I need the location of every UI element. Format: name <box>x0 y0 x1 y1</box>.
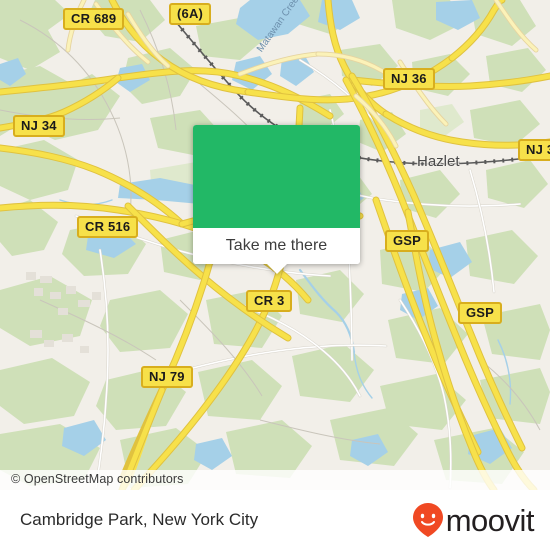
place-label-hazlet: Hazlet <box>417 153 460 170</box>
shield-gsp-north[interactable]: GSP <box>385 230 430 252</box>
shield-nj-36[interactable]: NJ 36 <box>383 68 435 90</box>
shield-gsp-south[interactable]: GSP <box>458 302 503 324</box>
shield-cr-3[interactable]: CR 3 <box>246 290 293 312</box>
moovit-pin-icon <box>412 503 443 537</box>
shield-nj-34[interactable]: NJ 34 <box>13 115 65 137</box>
popup-body: Take me there <box>193 125 360 264</box>
shield-cr-516[interactable]: CR 516 <box>77 216 139 238</box>
popup-pointer-tail <box>266 263 288 274</box>
moovit-logo[interactable]: moovit <box>411 502 535 538</box>
shield-cr-689[interactable]: CR 689 <box>63 8 125 30</box>
osm-attribution[interactable]: © OpenStreetMap contributors <box>11 472 184 486</box>
page-title: Cambridge Park, New York City <box>20 510 259 529</box>
popup-image-placeholder <box>193 125 360 228</box>
moovit-wordmark: moovit <box>445 502 535 538</box>
shield-nj-35[interactable]: NJ 35 <box>518 139 550 161</box>
shield-6a[interactable]: (6A) <box>169 3 212 25</box>
place-popup[interactable]: Take me there <box>193 125 360 274</box>
footer-bar: Cambridge Park, New York City moovit <box>0 490 550 550</box>
take-me-there-button[interactable]: Take me there <box>193 228 360 264</box>
shield-nj-79[interactable]: NJ 79 <box>141 366 193 388</box>
moovit-map-page: .g { fill:#cfe0b8; } .g2 { fill:#dfe9cd;… <box>0 0 550 550</box>
